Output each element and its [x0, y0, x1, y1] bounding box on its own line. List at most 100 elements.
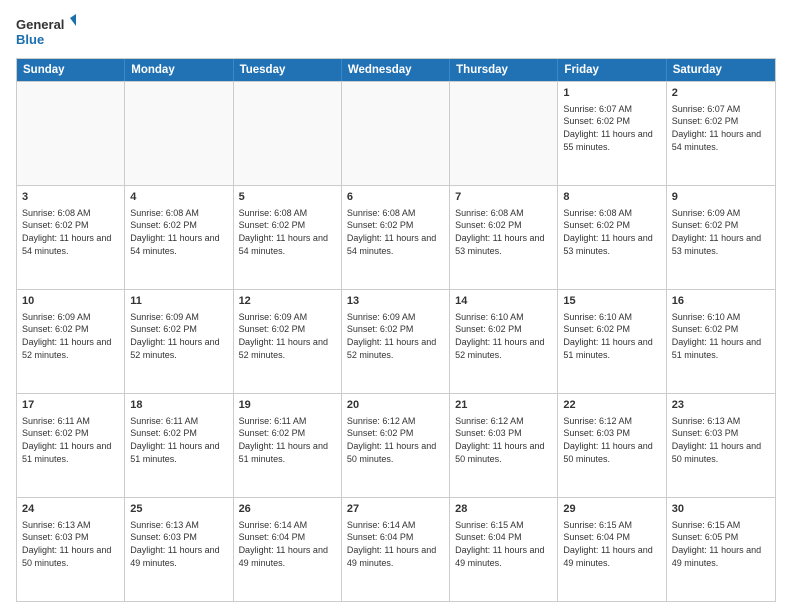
- cell-info-line: Daylight: 11 hours and 49 minutes.: [563, 544, 660, 569]
- cell-info-line: Daylight: 11 hours and 54 minutes.: [347, 232, 444, 257]
- day-cell-22: 22Sunrise: 6:12 AMSunset: 6:03 PMDayligh…: [558, 394, 666, 497]
- cell-info-line: Sunrise: 6:15 AM: [455, 519, 552, 532]
- day-cell-8: 8Sunrise: 6:08 AMSunset: 6:02 PMDaylight…: [558, 186, 666, 289]
- cell-info-line: Sunset: 6:03 PM: [563, 427, 660, 440]
- empty-cell: [17, 82, 125, 185]
- cell-info-line: Sunrise: 6:10 AM: [455, 311, 552, 324]
- day-cell-25: 25Sunrise: 6:13 AMSunset: 6:03 PMDayligh…: [125, 498, 233, 601]
- cell-info-line: Daylight: 11 hours and 49 minutes.: [347, 544, 444, 569]
- day-cell-7: 7Sunrise: 6:08 AMSunset: 6:02 PMDaylight…: [450, 186, 558, 289]
- cell-info-line: Sunset: 6:02 PM: [22, 427, 119, 440]
- day-cell-15: 15Sunrise: 6:10 AMSunset: 6:02 PMDayligh…: [558, 290, 666, 393]
- svg-text:General: General: [16, 17, 64, 32]
- cell-info-line: Sunset: 6:03 PM: [130, 531, 227, 544]
- cell-info-line: Sunset: 6:02 PM: [455, 219, 552, 232]
- day-cell-18: 18Sunrise: 6:11 AMSunset: 6:02 PMDayligh…: [125, 394, 233, 497]
- empty-cell: [234, 82, 342, 185]
- day-number: 25: [130, 502, 227, 517]
- cell-info-line: Daylight: 11 hours and 52 minutes.: [239, 336, 336, 361]
- day-cell-10: 10Sunrise: 6:09 AMSunset: 6:02 PMDayligh…: [17, 290, 125, 393]
- cell-info-line: Sunset: 6:04 PM: [455, 531, 552, 544]
- day-cell-16: 16Sunrise: 6:10 AMSunset: 6:02 PMDayligh…: [667, 290, 775, 393]
- cell-info-line: Sunset: 6:02 PM: [672, 115, 770, 128]
- calendar-header-monday: Monday: [125, 59, 233, 81]
- calendar-header-friday: Friday: [558, 59, 666, 81]
- cell-info-line: Daylight: 11 hours and 51 minutes.: [672, 336, 770, 361]
- day-number: 14: [455, 294, 552, 309]
- calendar-header-row: SundayMondayTuesdayWednesdayThursdayFrid…: [17, 59, 775, 81]
- cell-info-line: Daylight: 11 hours and 50 minutes.: [455, 440, 552, 465]
- cell-info-line: Daylight: 11 hours and 54 minutes.: [130, 232, 227, 257]
- day-cell-4: 4 Sunrise: 6:08 AMSunset: 6:02 PMDaylight…: [125, 186, 233, 289]
- logo-svg: General Blue: [16, 14, 76, 50]
- calendar-header-thursday: Thursday: [450, 59, 558, 81]
- calendar-header-saturday: Saturday: [667, 59, 775, 81]
- cell-info-line: Sunrise: 6:14 AM: [239, 519, 336, 532]
- cell-info-line: Sunset: 6:02 PM: [239, 323, 336, 336]
- cell-info-line: Sunset: 6:02 PM: [130, 427, 227, 440]
- cell-info-line: Sunset: 6:02 PM: [130, 323, 227, 336]
- day-cell-27: 27Sunrise: 6:14 AMSunset: 6:04 PMDayligh…: [342, 498, 450, 601]
- cell-info-line: Sunset: 6:02 PM: [455, 323, 552, 336]
- cell-info-line: Sunset: 6:04 PM: [563, 531, 660, 544]
- cell-info-line: Sunset: 6:02 PM: [563, 115, 660, 128]
- cell-info-line: Sunset: 6:02 PM: [22, 323, 119, 336]
- cell-info-line: Sunrise: 6:15 AM: [563, 519, 660, 532]
- cell-info-line: Daylight: 11 hours and 52 minutes.: [455, 336, 552, 361]
- day-number: 11: [130, 294, 227, 309]
- cell-info-line: Sunrise: 6:07 AM: [563, 103, 660, 116]
- day-cell-19: 19Sunrise: 6:11 AMSunset: 6:02 PMDayligh…: [234, 394, 342, 497]
- cell-info-line: Daylight: 11 hours and 54 minutes.: [22, 232, 119, 257]
- day-cell-3: 3Sunrise: 6:08 AMSunset: 6:02 PMDaylight…: [17, 186, 125, 289]
- cell-info-line: Daylight: 11 hours and 53 minutes.: [672, 232, 770, 257]
- day-number: 3: [22, 190, 119, 205]
- day-number: 1: [563, 86, 660, 101]
- calendar-week-1: 1Sunrise: 6:07 AMSunset: 6:02 PMDaylight…: [17, 81, 775, 185]
- cell-info-line: Sunset: 6:03 PM: [22, 531, 119, 544]
- day-number: 19: [239, 398, 336, 413]
- cell-info-line: Daylight: 11 hours and 52 minutes.: [130, 336, 227, 361]
- day-cell-2: 2Sunrise: 6:07 AMSunset: 6:02 PMDaylight…: [667, 82, 775, 185]
- day-number: 7: [455, 190, 552, 205]
- day-number: 4: [130, 190, 227, 205]
- cell-info-line: Daylight: 11 hours and 49 minutes.: [239, 544, 336, 569]
- cell-info-line: Sunset: 6:02 PM: [239, 427, 336, 440]
- cell-info-line: Sunrise: 6:13 AM: [130, 519, 227, 532]
- calendar-header-sunday: Sunday: [17, 59, 125, 81]
- cell-info-line: Sunset: 6:02 PM: [347, 323, 444, 336]
- calendar: SundayMondayTuesdayWednesdayThursdayFrid…: [16, 58, 776, 602]
- empty-cell: [342, 82, 450, 185]
- cell-info-line: Sunrise: 6:14 AM: [347, 519, 444, 532]
- day-number: 18: [130, 398, 227, 413]
- cell-info-line: Sunset: 6:02 PM: [130, 219, 227, 232]
- day-cell-23: 23Sunrise: 6:13 AMSunset: 6:03 PMDayligh…: [667, 394, 775, 497]
- day-cell-21: 21Sunrise: 6:12 AMSunset: 6:03 PMDayligh…: [450, 394, 558, 497]
- cell-info-line: Daylight: 11 hours and 54 minutes.: [672, 128, 770, 153]
- day-number: 2: [672, 86, 770, 101]
- calendar-week-2: 3Sunrise: 6:08 AMSunset: 6:02 PMDaylight…: [17, 185, 775, 289]
- day-number: 13: [347, 294, 444, 309]
- cell-info-line: Sunset: 6:02 PM: [22, 219, 119, 232]
- cell-info-line: Sunrise: 6:11 AM: [22, 415, 119, 428]
- day-cell-28: 28Sunrise: 6:15 AMSunset: 6:04 PMDayligh…: [450, 498, 558, 601]
- cell-info-line: Sunrise: 6:08 AM: [239, 207, 336, 220]
- day-cell-24: 24Sunrise: 6:13 AMSunset: 6:03 PMDayligh…: [17, 498, 125, 601]
- day-number: 22: [563, 398, 660, 413]
- cell-info-line: Sunset: 6:02 PM: [563, 219, 660, 232]
- day-cell-17: 17Sunrise: 6:11 AMSunset: 6:02 PMDayligh…: [17, 394, 125, 497]
- cell-info-line: Daylight: 11 hours and 49 minutes.: [672, 544, 770, 569]
- day-number: 9: [672, 190, 770, 205]
- logo: General Blue: [16, 14, 76, 50]
- day-number: 6: [347, 190, 444, 205]
- calendar-week-3: 10Sunrise: 6:09 AMSunset: 6:02 PMDayligh…: [17, 289, 775, 393]
- cell-info-line: Sunset: 6:02 PM: [347, 219, 444, 232]
- day-number: 26: [239, 502, 336, 517]
- day-number: 30: [672, 502, 770, 517]
- cell-info-line: Sunrise: 6:12 AM: [563, 415, 660, 428]
- cell-info-line: Sunrise: 6:08 AM: [130, 207, 227, 220]
- header: General Blue: [16, 14, 776, 50]
- cell-info-line: Daylight: 11 hours and 50 minutes.: [672, 440, 770, 465]
- calendar-header-tuesday: Tuesday: [234, 59, 342, 81]
- cell-info-line: Daylight: 11 hours and 49 minutes.: [455, 544, 552, 569]
- cell-info-line: Sunrise: 6:08 AM: [347, 207, 444, 220]
